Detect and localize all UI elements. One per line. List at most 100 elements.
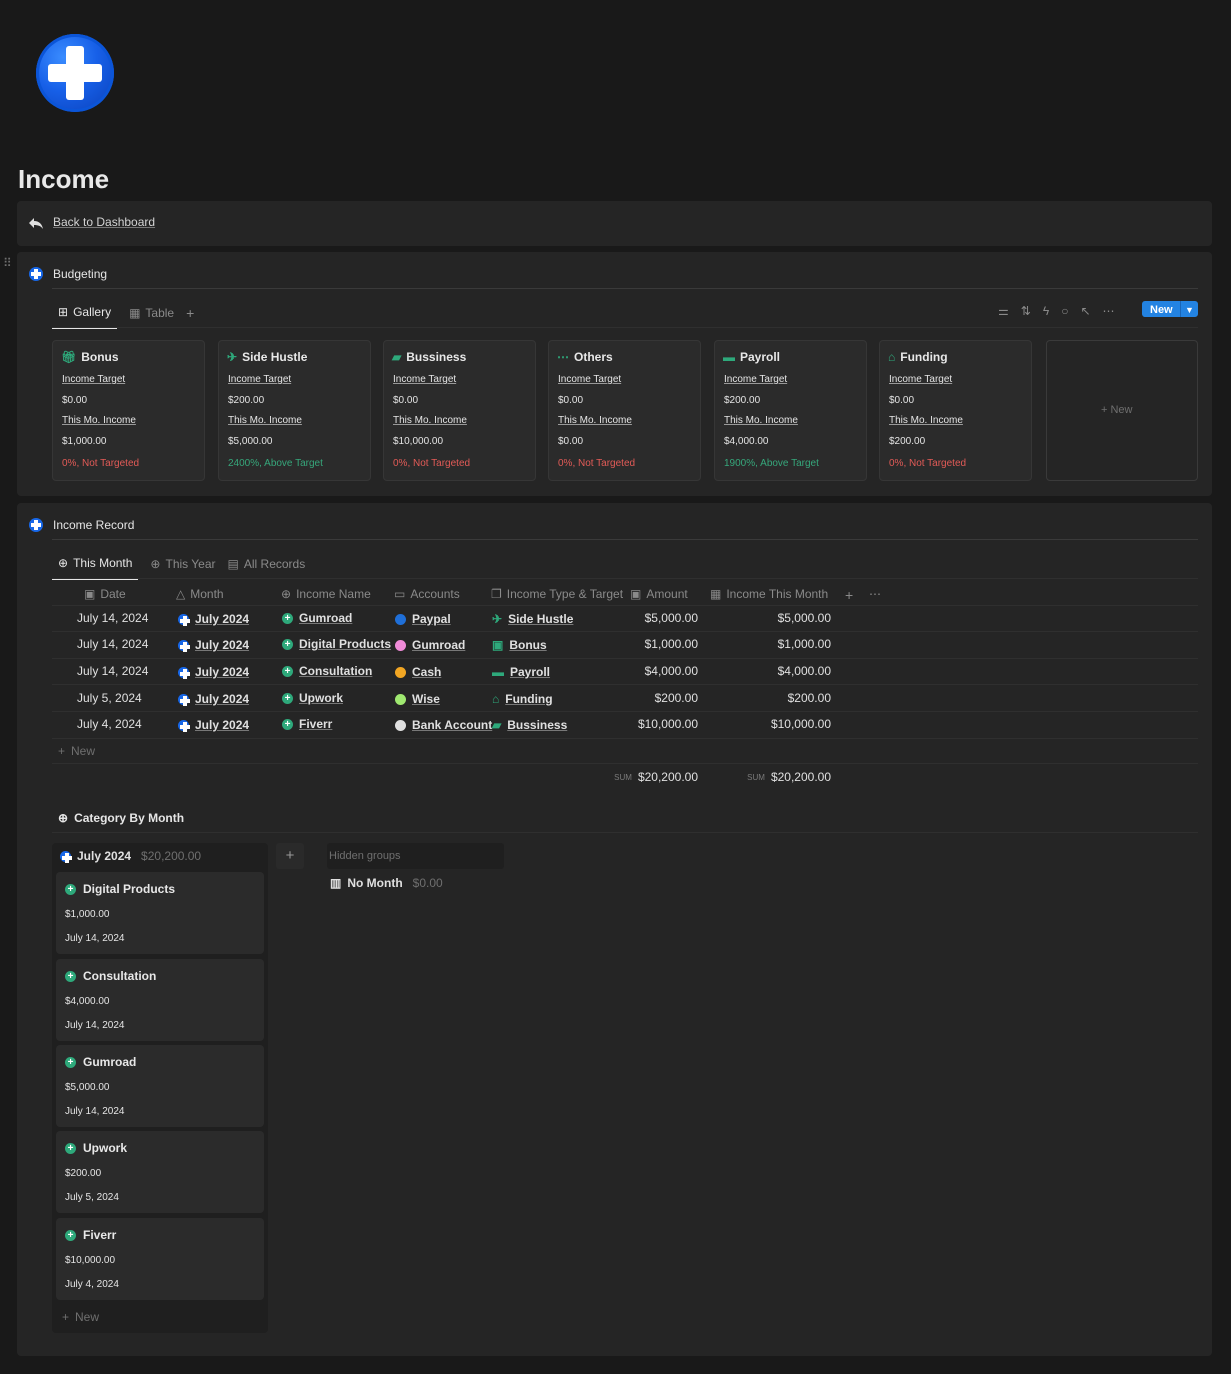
hidden-group-no-month[interactable]: ▥ No Month $0.00 xyxy=(330,876,443,890)
table-cell-income-type[interactable]: ⌂ Funding xyxy=(492,692,553,706)
more-icon[interactable]: ⋯ xyxy=(1103,304,1115,318)
tab-all-records[interactable]: ▤ All Records xyxy=(228,557,306,579)
month-icon xyxy=(178,666,190,679)
column-header-accounts[interactable]: ▭ Accounts xyxy=(394,587,460,601)
column-header-income-this-month[interactable]: ▦ Income This Month xyxy=(710,587,828,601)
board-card[interactable]: + Gumroad $5,000.00 July 14, 2024 xyxy=(56,1045,264,1127)
page-icon[interactable] xyxy=(36,34,114,112)
table-cell-month[interactable]: July 2024 xyxy=(178,665,249,679)
add-group-button[interactable]: + xyxy=(276,843,304,869)
airplane-icon: ✈ xyxy=(492,612,503,626)
budget-card[interactable]: ⌂ Funding Income Target $0.00 This Mo. In… xyxy=(879,340,1032,481)
new-row-button[interactable]: + New xyxy=(58,744,95,758)
sort-icon[interactable]: ⇅ xyxy=(1021,304,1031,318)
table-cell-amount[interactable]: $5,000.00 xyxy=(600,611,698,625)
column-header-amount[interactable]: ▣ Amount xyxy=(630,587,688,601)
relation-icon: △ xyxy=(176,587,186,601)
back-callout xyxy=(17,201,1212,246)
budget-card[interactable]: ▬ Payroll Income Target $200.00 This Mo. … xyxy=(714,340,867,481)
budget-card[interactable]: ▰ Bussiness Income Target $0.00 This Mo. … xyxy=(383,340,536,481)
board-card[interactable]: + Fiverr $10,000.00 July 4, 2024 xyxy=(56,1218,264,1300)
table-cell-amount[interactable]: $4,000.00 xyxy=(600,664,698,678)
back-to-dashboard-link[interactable]: Back to Dashboard xyxy=(53,215,155,229)
board-new-card-button[interactable]: + New xyxy=(62,1310,99,1324)
table-cell-income-name[interactable]: + Upwork xyxy=(282,691,343,705)
table-cell-month-total[interactable]: $200.00 xyxy=(720,691,831,705)
table-cell-month-total[interactable]: $4,000.00 xyxy=(720,664,831,678)
table-cell-month-total[interactable]: $1,000.00 xyxy=(720,637,831,651)
table-cell-account[interactable]: Cash xyxy=(395,665,441,679)
tab-this-year[interactable]: ⊕ This Year xyxy=(150,557,215,579)
new-button[interactable]: New ▼ xyxy=(1142,301,1198,317)
table-cell-income-name[interactable]: + Consultation xyxy=(282,664,372,678)
month-icon xyxy=(178,639,190,652)
table-cell-amount[interactable]: $10,000.00 xyxy=(600,717,698,731)
table-cell-income-type[interactable]: ▬ Payroll xyxy=(492,665,550,679)
more-icon[interactable]: ⋯ xyxy=(869,587,881,601)
month-icon xyxy=(60,850,72,863)
plus-circle-icon: ⊕ xyxy=(150,557,161,571)
add-column-button[interactable]: + xyxy=(845,587,853,603)
table-cell-month[interactable]: July 2024 xyxy=(178,612,249,626)
table-cell-month[interactable]: July 2024 xyxy=(178,718,249,732)
table-cell-date[interactable]: July 14, 2024 xyxy=(77,637,148,651)
table-cell-income-type[interactable]: ▰ Bussiness xyxy=(492,718,567,732)
archive-icon: ▤ xyxy=(227,557,239,571)
column-header-month[interactable]: △ Month xyxy=(176,587,224,601)
table-cell-date[interactable]: July 5, 2024 xyxy=(77,691,142,705)
table-cell-account[interactable]: Bank Account xyxy=(395,718,492,732)
expand-icon[interactable]: ↖ xyxy=(1080,304,1090,318)
briefcase-icon: ▰ xyxy=(392,350,402,364)
table-cell-amount[interactable]: $1,000.00 xyxy=(600,637,698,651)
board-card[interactable]: + Digital Products $1,000.00 July 14, 202… xyxy=(56,872,264,954)
cash-icon xyxy=(395,666,406,678)
column-header-date[interactable]: ▣ Date xyxy=(84,587,126,601)
board-card[interactable]: + Upwork $200.00 July 5, 2024 xyxy=(56,1131,264,1213)
table-cell-income-name[interactable]: + Gumroad xyxy=(282,611,352,625)
table-cell-amount[interactable]: $200.00 xyxy=(600,691,698,705)
table-cell-date[interactable]: July 14, 2024 xyxy=(77,611,148,625)
tab-gallery[interactable]: ⊞ Gallery xyxy=(52,305,118,329)
automation-icon[interactable]: ϟ xyxy=(1043,304,1049,318)
add-view-button[interactable]: + xyxy=(186,305,194,329)
filter-icon[interactable]: ⚌ xyxy=(998,304,1009,318)
budget-card[interactable]: ⋯ Others Income Target $0.00 This Mo. Inc… xyxy=(548,340,701,481)
table-cell-month[interactable]: July 2024 xyxy=(178,692,249,706)
budget-card[interactable]: 🎁︎ Bonus Income Target $0.00 This Mo. Inc… xyxy=(52,340,205,481)
chevron-down-icon[interactable]: ▼ xyxy=(1180,301,1198,317)
table-cell-month-total[interactable]: $10,000.00 xyxy=(720,717,831,731)
bank-icon: ⌂ xyxy=(492,692,500,706)
category-by-month-title[interactable]: ⊕ Category By Month xyxy=(58,811,184,825)
new-card-button[interactable]: + New xyxy=(1046,340,1198,481)
month-icon xyxy=(178,693,190,706)
board-group-header[interactable]: July 2024 $20,200.00 xyxy=(60,849,201,863)
table-cell-date[interactable]: July 4, 2024 xyxy=(77,717,142,731)
sum-amount: SUM $20,200.00 xyxy=(614,770,698,784)
table-cell-income-type[interactable]: ✈ Side Hustle xyxy=(492,612,573,626)
tab-this-month[interactable]: ⊕ This Month xyxy=(52,556,139,580)
cash-icon: ▣ xyxy=(630,587,642,601)
gift-icon: ▣ xyxy=(492,638,504,652)
tab-table[interactable]: ▦ Table xyxy=(129,306,174,328)
plus-circle-icon: + xyxy=(65,883,76,895)
table-cell-date[interactable]: July 14, 2024 xyxy=(77,664,148,678)
search-icon[interactable]: ○ xyxy=(1061,304,1068,318)
month-icon xyxy=(178,719,190,732)
table-cell-income-type[interactable]: ▣ Bonus xyxy=(492,638,547,652)
drag-handle-icon[interactable]: ⠿ xyxy=(3,256,12,270)
board-card[interactable]: + Consultation $4,000.00 July 14, 2024 xyxy=(56,959,264,1041)
budget-card[interactable]: ✈ Side Hustle Income Target $200.00 This … xyxy=(218,340,371,481)
table-cell-month[interactable]: July 2024 xyxy=(178,638,249,652)
table-cell-month-total[interactable]: $5,000.00 xyxy=(720,611,831,625)
table-cell-account[interactable]: Paypal xyxy=(395,612,451,626)
column-header-income-name[interactable]: ⊕ Income Name xyxy=(281,587,371,601)
table-cell-income-name[interactable]: + Digital Products xyxy=(282,637,391,651)
column-header-income-type[interactable]: ❐ Income Type & Target xyxy=(491,587,623,601)
table-cell-account[interactable]: Wise xyxy=(395,692,440,706)
table-cell-income-name[interactable]: + Fiverr xyxy=(282,717,332,731)
gallery-icon: ⊞ xyxy=(58,305,69,319)
plus-circle-icon: ⊕ xyxy=(58,556,69,570)
table-cell-account[interactable]: Gumroad xyxy=(395,638,465,652)
plus-circle-icon: + xyxy=(282,718,293,730)
plus-circle-icon: + xyxy=(282,665,293,677)
